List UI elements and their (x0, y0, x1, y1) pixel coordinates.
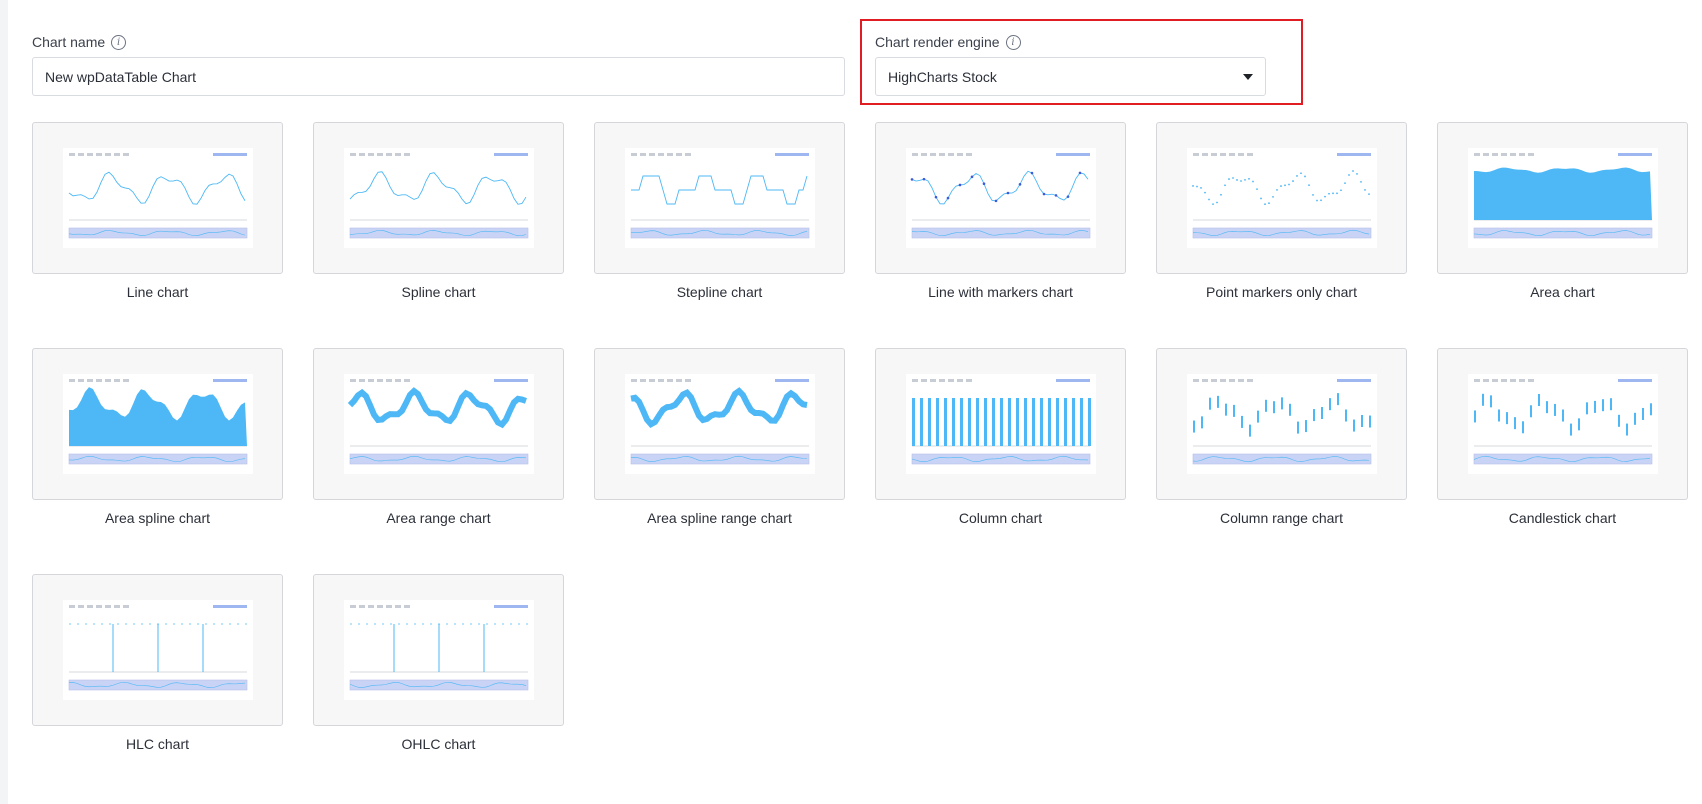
chart-thumbnail-frame (1156, 348, 1407, 500)
chart-thumbnail-frame (1437, 348, 1688, 500)
page-left-edge (0, 0, 8, 804)
chart-type-label: Point markers only chart (1206, 284, 1357, 300)
chart-type-label: Area spline range chart (647, 510, 792, 526)
chart-type-card[interactable]: Spline chart (313, 122, 564, 300)
chart-type-card[interactable]: Column chart (875, 348, 1126, 526)
chart-thumbnail-frame (313, 574, 564, 726)
chart-type-label: Spline chart (401, 284, 476, 300)
chart-type-label: Area spline chart (104, 510, 211, 526)
chart-thumbnail-frame (32, 122, 283, 274)
chart-type-card[interactable]: Area range chart (313, 348, 564, 526)
area-spline-chart-thumbnail (62, 374, 253, 474)
chart-type-label: Column range chart (1220, 510, 1343, 526)
engine-select-value: HighCharts Stock (888, 68, 997, 85)
ohlc-chart-thumbnail (343, 600, 534, 700)
stepline-chart-thumbnail (624, 148, 815, 248)
spline-chart-thumbnail (343, 148, 534, 248)
chart-type-label: Line chart (126, 284, 189, 300)
engine-select[interactable]: HighCharts Stock (875, 57, 1266, 96)
engine-label-row: Chart render engine i (875, 34, 1021, 50)
chart-type-card[interactable]: Line with markers chart (875, 122, 1126, 300)
chart-thumbnail-frame (1156, 122, 1407, 274)
chart-type-card[interactable]: HLC chart (32, 574, 283, 752)
chart-thumbnail-frame (32, 348, 283, 500)
chart-type-card[interactable]: OHLC chart (313, 574, 564, 752)
chart-type-label: Area chart (1530, 284, 1595, 300)
chart-thumbnail-frame (313, 348, 564, 500)
chart-type-card[interactable]: Area spline chart (32, 348, 283, 526)
chart-type-label: Area range chart (386, 510, 491, 526)
chart-thumbnail-frame (594, 122, 845, 274)
point-markers-chart-thumbnail (1186, 148, 1377, 248)
chart-name-label: Chart name (32, 34, 106, 50)
chart-type-card[interactable]: Point markers only chart (1156, 122, 1407, 300)
chart-type-label: OHLC chart (401, 736, 476, 752)
engine-label: Chart render engine (875, 34, 1000, 50)
chart-thumbnail-frame (875, 122, 1126, 274)
chart-thumbnail-frame (875, 348, 1126, 500)
area-range-chart-thumbnail (343, 374, 534, 474)
area-spline-range-chart-thumbnail (624, 374, 815, 474)
chart-name-input[interactable] (32, 57, 845, 96)
chart-type-label: Candlestick chart (1508, 510, 1617, 526)
chart-type-card[interactable]: Candlestick chart (1437, 348, 1688, 526)
candlestick-chart-thumbnail (1467, 374, 1658, 474)
info-icon[interactable]: i (111, 34, 127, 50)
chart-thumbnail-frame (1437, 122, 1688, 274)
info-icon[interactable]: i (1005, 34, 1021, 50)
chart-name-label-row: Chart name i (32, 34, 127, 50)
chart-type-card[interactable]: Line chart (32, 122, 283, 300)
chart-type-card[interactable]: Column range chart (1156, 348, 1407, 526)
column-range-chart-thumbnail (1186, 374, 1377, 474)
chart-type-label: HLC chart (125, 736, 190, 752)
hlc-chart-thumbnail (62, 600, 253, 700)
chart-type-label: Line with markers chart (928, 284, 1073, 300)
chart-type-card[interactable]: Area spline range chart (594, 348, 845, 526)
column-chart-thumbnail (905, 374, 1096, 474)
chart-type-label: Stepline chart (676, 284, 763, 300)
area-chart-thumbnail (1467, 148, 1658, 248)
line-markers-chart-thumbnail (905, 148, 1096, 248)
chart-type-card[interactable]: Stepline chart (594, 122, 845, 300)
chart-type-card[interactable]: Area chart (1437, 122, 1688, 300)
chart-thumbnail-frame (594, 348, 845, 500)
chart-thumbnail-frame (313, 122, 564, 274)
line-chart-thumbnail (62, 148, 253, 248)
chart-thumbnail-frame (32, 574, 283, 726)
caret-down-icon (1243, 73, 1253, 80)
chart-type-label: Column chart (958, 510, 1043, 526)
